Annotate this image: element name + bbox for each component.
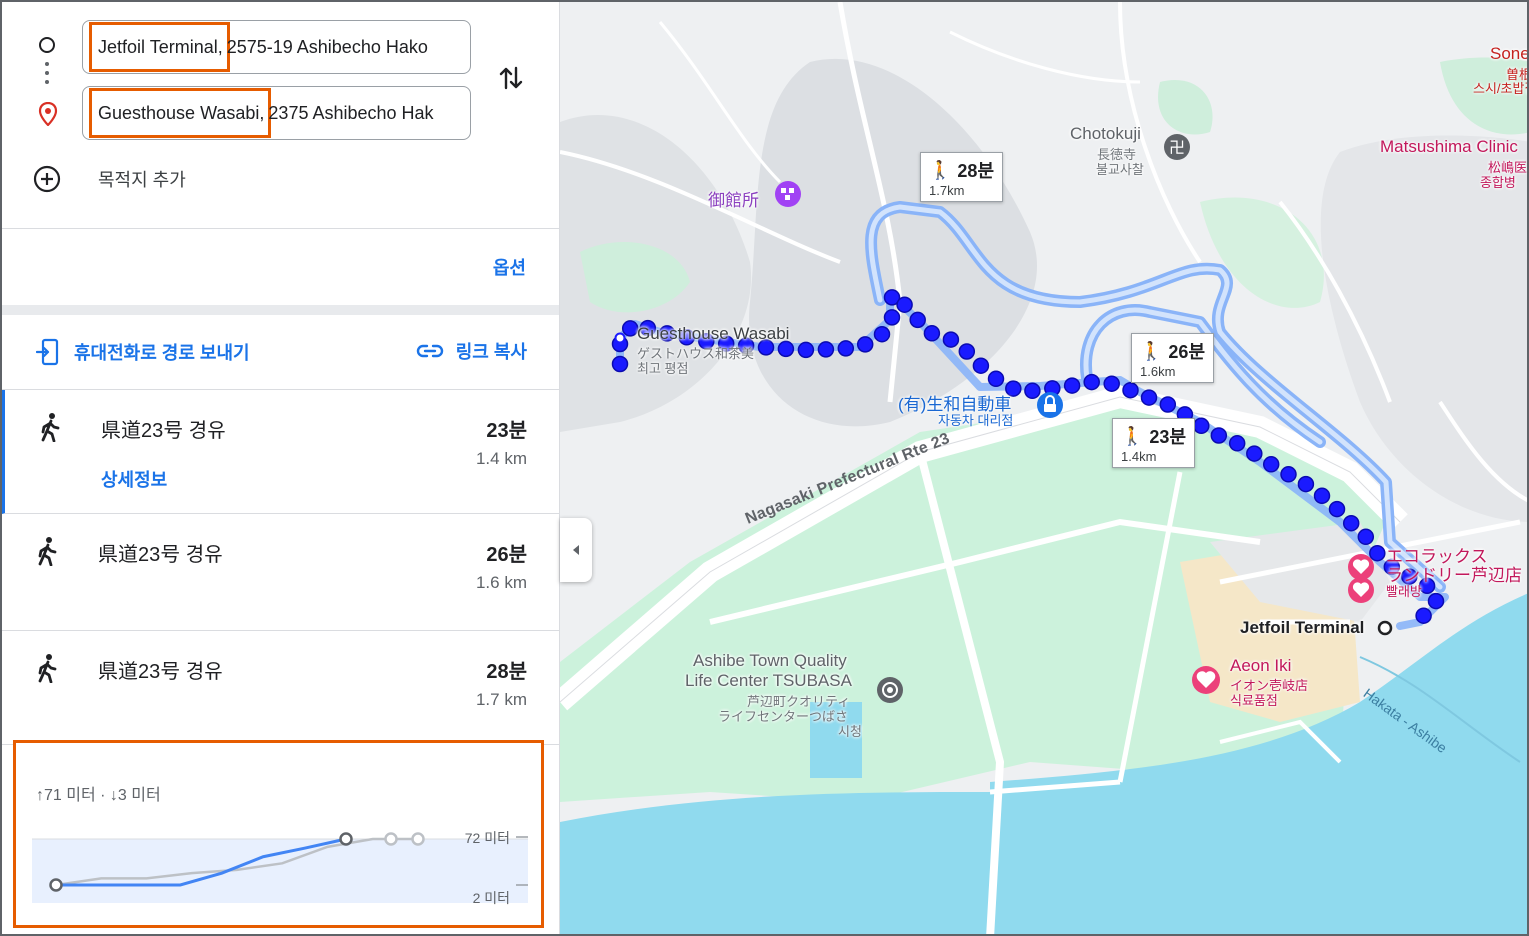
walking-icon xyxy=(38,654,57,683)
origin-input[interactable]: Jetfoil Terminal, 2575-19 Ashibecho Hako xyxy=(82,20,471,74)
heart-icon[interactable] xyxy=(1192,666,1220,694)
route-distance: 1.4 km xyxy=(475,449,527,468)
route-duration: 28분 xyxy=(486,661,527,683)
maps-window: Jetfoil Terminal, 2575-19 Ashibecho Hako … xyxy=(0,0,1529,936)
destination-name-text: Guesthouse Wasabi, xyxy=(88,88,272,138)
quality-center-jp-line2: ライフセンターつばさ xyxy=(718,709,849,724)
city-hall-icon[interactable] xyxy=(877,677,903,703)
sone-label: Sone xyxy=(1490,44,1529,63)
quality-center-label-line2: Life Center TSUBASA xyxy=(685,671,852,690)
laundry-sub-label: 빨래방 xyxy=(1386,584,1422,599)
route-option-1[interactable]: 県道23号 경유 23분 1.4 km 상세정보 xyxy=(2,390,559,514)
options-button[interactable]: 옵션 xyxy=(493,254,526,280)
alt-end-point-marker xyxy=(411,832,425,846)
route-via: 県道23号 경유 xyxy=(98,544,223,566)
callout-distance: 1.4km xyxy=(1121,449,1157,464)
matsushima-sub-label: 종합병 xyxy=(1480,175,1516,190)
send-to-phone-icon xyxy=(36,338,59,366)
vertical-dots-icon xyxy=(45,62,49,89)
link-icon xyxy=(416,344,443,358)
route-duration: 23분 xyxy=(486,420,527,442)
route-distance: 1.6 km xyxy=(475,573,527,592)
quality-center-label-line1: Ashibe Town Quality xyxy=(693,651,847,670)
share-row: 휴대전화로 경로 보내기 링크 복사 xyxy=(2,322,559,388)
walking-icon: 🚶 xyxy=(1140,340,1163,361)
directions-panel: Jetfoil Terminal, 2575-19 Ashibecho Hako … xyxy=(2,2,560,934)
elevation-max-label: 72 미터 xyxy=(465,830,510,846)
route-callout-26min[interactable]: 🚶 26분 1.6km xyxy=(1131,333,1215,383)
callout-time: 28분 xyxy=(957,161,995,181)
jetfoil-terminal-label: Jetfoil Terminal xyxy=(1240,618,1365,637)
callout-distance: 1.7km xyxy=(929,183,965,198)
plus-circle-icon xyxy=(33,165,61,193)
copy-link-button[interactable]: 링크 복사 xyxy=(416,338,527,364)
route-via: 県道23号 경유 xyxy=(101,420,226,442)
swap-directions-icon[interactable] xyxy=(495,62,527,94)
matsushima-label: Matsushima Clinic xyxy=(1380,137,1518,156)
walking-icon: 🚶 xyxy=(1121,425,1144,446)
origin-circle-icon xyxy=(39,37,55,53)
collapse-panel-button[interactable] xyxy=(560,518,592,582)
route-callout-28min[interactable]: 🚶 28분 1.7km xyxy=(920,152,1004,202)
walking-icon xyxy=(41,413,60,442)
destination-marker-icon[interactable] xyxy=(614,332,626,344)
walking-icon: 🚶 xyxy=(929,159,952,180)
walking-icon xyxy=(38,537,57,566)
heart-icon[interactable] xyxy=(1348,577,1374,603)
route-distance: 1.7 km xyxy=(475,690,527,709)
route-duration: 26분 xyxy=(486,544,527,566)
landmark-icon[interactable] xyxy=(775,181,801,207)
chotokuji-sub-label: 불교사찰 xyxy=(1096,162,1144,177)
destination-pin-icon xyxy=(38,102,58,126)
callout-distance: 1.6km xyxy=(1140,364,1176,379)
heart-icon[interactable] xyxy=(1348,554,1374,580)
destination-input[interactable]: Guesthouse Wasabi, 2375 Ashibecho Hak xyxy=(82,86,471,140)
route-details-link[interactable]: 상세정보 xyxy=(101,466,167,492)
quality-center-sub-label: 시청 xyxy=(838,724,862,739)
add-destination-label: 목적지 추가 xyxy=(98,170,186,190)
temple-icon[interactable]: 卍 xyxy=(1164,134,1190,160)
add-destination-button[interactable]: 목적지 추가 xyxy=(32,162,186,196)
aeon-label: Aeon Iki xyxy=(1230,656,1292,675)
dealer-sub-label: 자동차 대리점 xyxy=(938,413,1014,428)
chotokuji-label: Chotokuji xyxy=(1070,124,1141,143)
send-to-phone-button[interactable]: 휴대전화로 경로 보내기 xyxy=(36,338,250,366)
route-option-2[interactable]: 県道23号 경유 26분 1.6 km xyxy=(2,514,559,631)
divider xyxy=(2,228,559,229)
sone-sub-label: 스시/초밥집 xyxy=(1473,81,1527,96)
map-canvas[interactable]: 卍 Sone 曽根 스시/초밥집 Chotokuji 長徳寺 불교사찰 Mats… xyxy=(560,2,1529,934)
elevation-chart: 72 미터 2 미터 xyxy=(32,830,528,906)
route-option-3[interactable]: 県道23号 경유 28분 1.7 km xyxy=(2,631,559,745)
send-to-phone-label: 휴대전화로 경로 보내기 xyxy=(74,343,250,363)
copy-link-label: 링크 복사 xyxy=(455,342,527,362)
start-point-marker xyxy=(49,878,63,892)
jetfoil-terminal-marker-icon[interactable] xyxy=(1377,620,1393,636)
svg-text:卍: 卍 xyxy=(1169,138,1185,157)
route-callout-23min[interactable]: 🚶 23분 1.4km xyxy=(1112,418,1196,468)
section-separator xyxy=(2,305,559,315)
guesthouse-label: Guesthouse Wasabi xyxy=(637,324,790,343)
origin-name-text: Jetfoil Terminal, xyxy=(89,22,230,72)
elevation-area xyxy=(32,839,528,903)
aeon-sub-label: 식료품점 xyxy=(1230,693,1278,708)
elevation-profile: ↑71 미터 · ↓3 미터 72 미터 2 미터 xyxy=(13,740,544,928)
origin-address-text: 2575-19 Ashibecho Hako xyxy=(226,37,428,57)
route-via: 県道23号 경유 xyxy=(98,661,223,683)
alt-end-point-marker xyxy=(384,832,398,846)
callout-time: 26분 xyxy=(1168,342,1206,362)
gokansho-label: 御館所 xyxy=(708,191,759,210)
callout-time: 23분 xyxy=(1149,427,1187,447)
car-dealer-icon[interactable] xyxy=(1037,392,1063,418)
end-point-marker xyxy=(339,832,353,846)
chevron-left-icon xyxy=(573,545,579,555)
guesthouse-sub-label: 최고 평점 xyxy=(637,361,689,376)
elevation-min-label: 2 미터 xyxy=(473,890,510,906)
destination-address-text: 2375 Ashibecho Hak xyxy=(268,103,434,123)
